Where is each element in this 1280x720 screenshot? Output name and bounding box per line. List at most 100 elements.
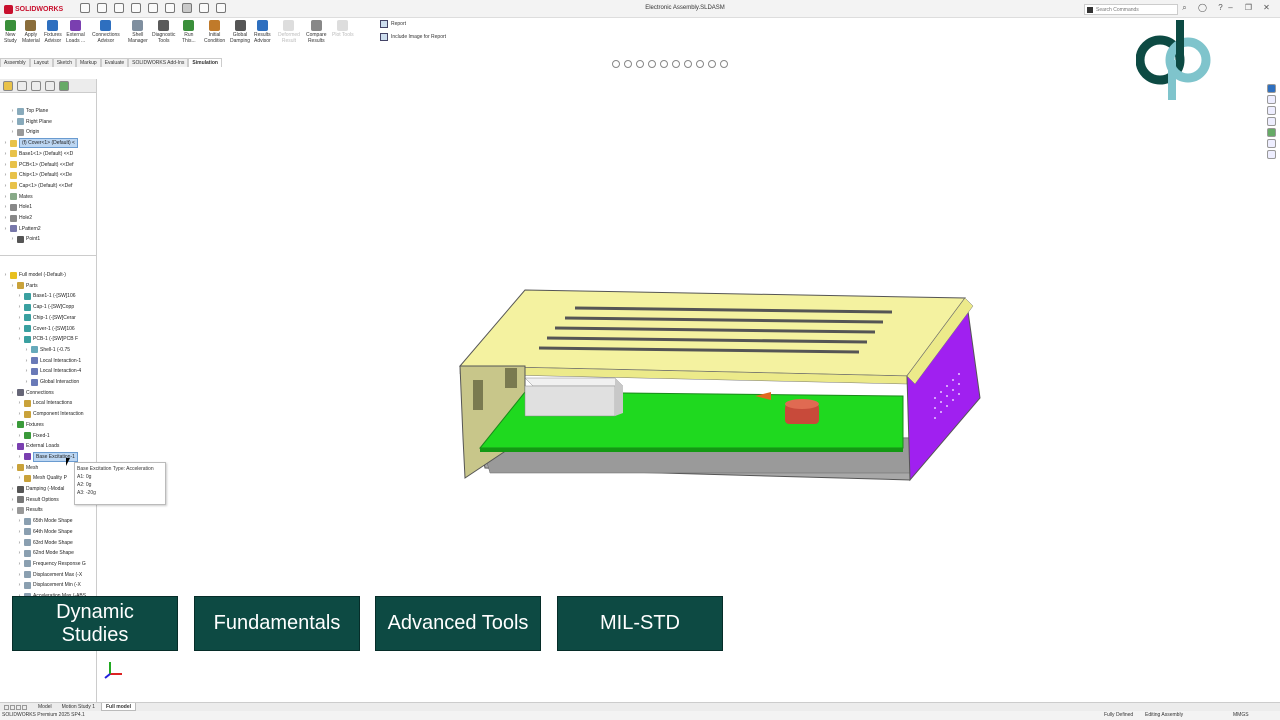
bottom-tab-motion-study-1[interactable]: Motion Study 1 [58,703,99,711]
tab-markup[interactable]: Markup [76,58,101,67]
expand-arrow-icon[interactable]: › [17,570,22,580]
expand-arrow-icon[interactable]: › [10,505,15,515]
expand-arrow-icon[interactable]: › [17,538,22,548]
tree-item[interactable]: › LPattern2 [3,224,41,234]
expand-arrow-icon[interactable]: › [17,452,22,462]
save-icon[interactable] [131,3,141,13]
ribbon-button-fixtures[interactable]: Fixtures Advisor [44,20,62,44]
expand-arrow-icon[interactable]: › [10,234,15,244]
tree-item[interactable]: › Local Interaction-1 [24,356,81,366]
zoom-area-icon[interactable] [624,60,632,68]
undo-icon[interactable] [148,3,158,13]
expand-arrow-icon[interactable]: › [3,224,8,234]
include-image-button[interactable]: Include Image for Report [380,33,446,41]
expand-arrow-icon[interactable]: › [17,398,22,408]
view-palette-icon[interactable] [1267,117,1276,126]
tab-scroll-arrows[interactable] [4,703,32,711]
mil-std-button[interactable]: MIL-STD [557,596,723,651]
tree-item[interactable]: › Origin [10,127,39,137]
redo-icon[interactable] [165,3,175,13]
electronic-assembly-model[interactable] [455,288,985,488]
expand-arrow-icon[interactable]: › [10,106,15,116]
dimxpert-tab-icon[interactable] [45,81,55,91]
expand-arrow-icon[interactable]: › [17,313,22,323]
tree-item[interactable]: › Mesh Quality P [17,473,67,483]
tab-sketch[interactable]: Sketch [52,58,76,67]
expand-arrow-icon[interactable]: › [10,117,15,127]
expand-arrow-icon[interactable]: › [10,388,15,398]
expand-arrow-icon[interactable]: › [10,463,15,473]
tree-item[interactable]: › Fixed-1 [17,431,50,441]
close-icon[interactable]: ✕ [1262,3,1271,12]
expand-arrow-icon[interactable]: › [17,516,22,526]
status-units[interactable]: MMGS [1233,711,1249,720]
tree-item[interactable]: › Chip<1> (Default) <<De [3,170,72,180]
tree-item[interactable]: › Cover-1 (-[SW]106 [17,324,75,334]
expand-arrow-icon[interactable]: › [24,377,29,387]
prev-tab-icon[interactable] [10,704,15,710]
expand-arrow-icon[interactable]: › [17,548,22,558]
expand-arrow-icon[interactable]: › [3,138,8,148]
restore-icon[interactable]: ❐ [1244,3,1253,12]
tree-item[interactable]: › Frequency Response G [17,559,86,569]
expand-arrow-icon[interactable]: › [17,409,22,419]
tree-item[interactable]: › 64th Mode Shape [17,527,72,537]
ribbon-button-diagnostic[interactable]: Diagnostic Tools [152,20,175,44]
ribbon-button-shell[interactable]: Shell Manager [128,20,148,44]
tree-item[interactable]: › Right Plane [10,117,52,127]
expand-arrow-icon[interactable]: › [10,441,15,451]
tree-item[interactable]: › PCB<1> (Default) <<Def [3,160,73,170]
tree-item[interactable]: › Point1 [10,234,40,244]
fundamentals-button[interactable]: Fundamentals [194,596,360,651]
section-view-icon[interactable] [648,60,656,68]
tree-item[interactable]: › External Loads [10,441,59,451]
tree-item[interactable]: › Displacement Max (-X [17,570,82,580]
ribbon-button-compare[interactable]: Compare Results [306,20,327,44]
tree-item[interactable]: › Fixtures [10,420,44,430]
expand-arrow-icon[interactable]: › [10,127,15,137]
tree-item[interactable]: › Mates [3,192,33,202]
ribbon-button-external[interactable]: External Loads ... [66,20,85,44]
property-manager-tab-icon[interactable] [17,81,27,91]
rebuild-icon[interactable] [199,3,209,13]
pane-splitter[interactable] [0,255,96,256]
tree-item[interactable]: › 65th Mode Shape [17,516,72,526]
ribbon-button-connections[interactable]: Connections Advisor [92,20,120,44]
previous-view-icon[interactable] [636,60,644,68]
ribbon-button-initial[interactable]: Initial Condition [204,20,225,44]
tree-item[interactable]: › Damping (-Modal [10,484,64,494]
expand-arrow-icon[interactable]: › [24,345,29,355]
display-style-icon[interactable] [672,60,680,68]
display-manager-tab-icon[interactable] [59,81,69,91]
ribbon-button-global[interactable]: Global Damping [230,20,250,44]
tree-item[interactable]: › Chip-1 (-[SW]Cerar [17,313,76,323]
expand-arrow-icon[interactable]: › [17,302,22,312]
bottom-tab-model[interactable]: Model [34,703,56,711]
tree-item[interactable]: › Base1-1 (-[SW]106 [17,291,76,301]
expand-arrow-icon[interactable]: › [10,281,15,291]
tree-item[interactable]: › Connections [10,388,54,398]
tree-item[interactable]: › Cap-1 (-[SW]Copp [17,302,74,312]
tree-item[interactable]: › Top Plane [10,106,48,116]
expand-arrow-icon[interactable]: › [3,192,8,202]
tab-evaluate[interactable]: Evaluate [100,58,129,67]
ribbon-button-run[interactable]: Run This... [182,20,196,44]
solidworks-logo[interactable]: SOLIDWORKS [4,3,63,15]
ribbon-button-plot-tools[interactable]: Plot Tools [332,20,354,38]
tree-item[interactable]: › Parts [10,281,38,291]
expand-arrow-icon[interactable]: › [3,160,8,170]
options-gear-icon[interactable] [216,3,226,13]
tree-item[interactable]: › Hole2 [3,213,32,223]
report-button[interactable]: Report [380,20,406,28]
ribbon-button-new[interactable]: New Study [4,20,17,44]
expand-arrow-icon[interactable]: › [17,559,22,569]
tree-item[interactable]: › Local Interactions [17,398,72,408]
tree-item[interactable]: › Hole1 [3,202,32,212]
user-icon[interactable]: ◯ [1198,3,1207,12]
help-icon[interactable]: ? [1216,3,1225,12]
expand-arrow-icon[interactable]: › [10,495,15,505]
forum-icon[interactable] [1267,150,1276,159]
expand-arrow-icon[interactable]: › [17,580,22,590]
scene-icon[interactable] [708,60,716,68]
design-library-icon[interactable] [1267,95,1276,104]
